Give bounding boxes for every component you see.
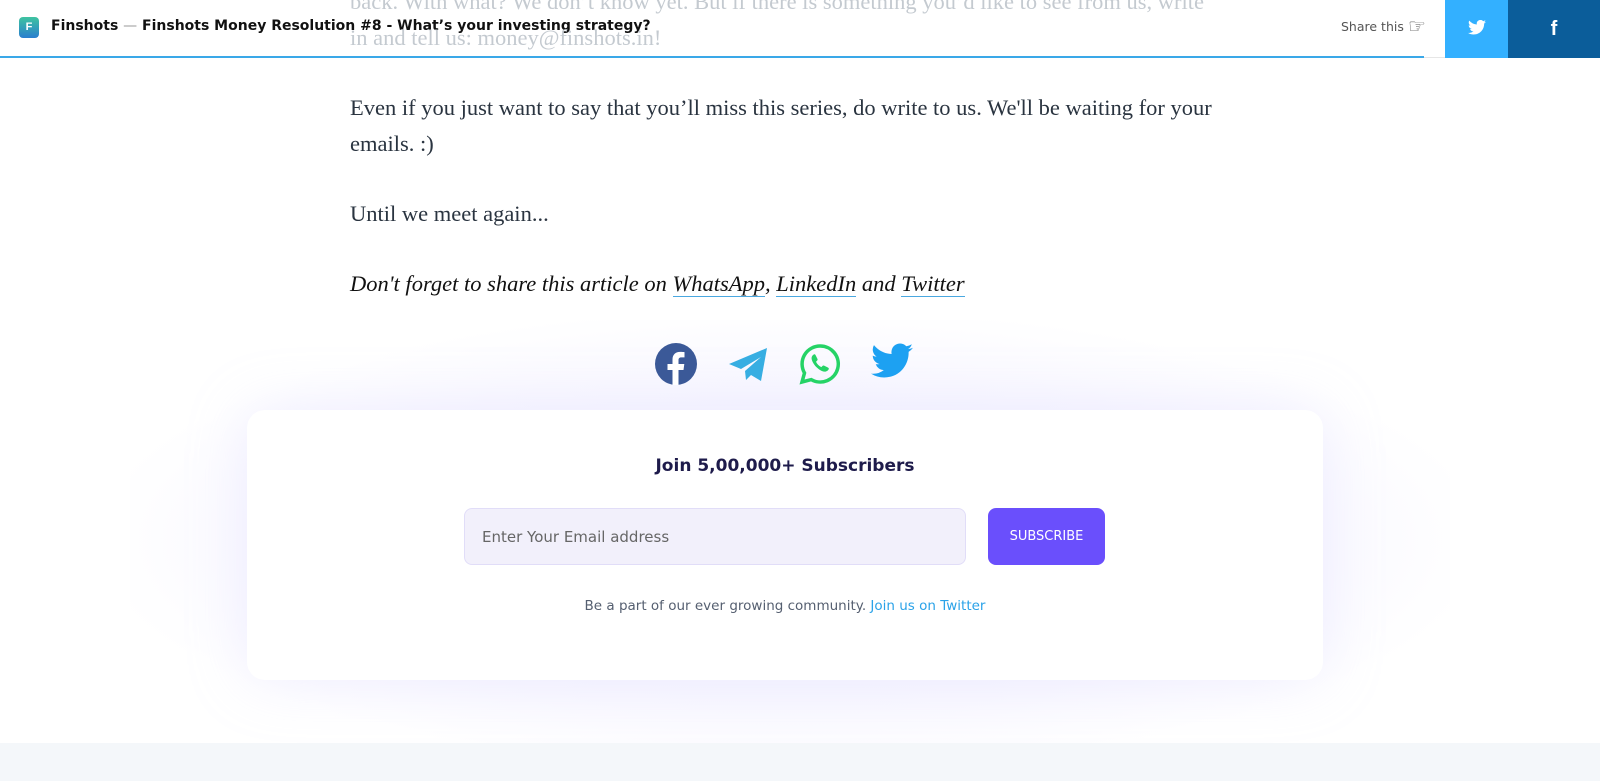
telegram-icon[interactable] [727, 343, 769, 385]
subscribe-heading: Join 5,00,000+ Subscribers [655, 456, 915, 476]
twitter-link[interactable]: Twitter [901, 271, 965, 297]
pointing-hand-icon: ☞ [1408, 16, 1426, 38]
community-note: Be a part of our ever growing community.… [584, 598, 986, 614]
facebook-share-button[interactable]: f [1508, 0, 1600, 58]
whatsapp-icon[interactable] [799, 343, 841, 385]
share-icons [655, 343, 913, 385]
whatsapp-link[interactable]: WhatsApp [672, 271, 766, 297]
article-body: back. With what? We don’t know yet. But … [350, 0, 1220, 336]
finshots-logo-icon[interactable]: F [19, 17, 39, 38]
twitter-icon [1467, 19, 1486, 35]
share-prompt: Don't forget to share this article on Wh… [350, 271, 965, 297]
twitter-icon[interactable] [871, 343, 913, 385]
reading-progress-bar [0, 56, 1424, 58]
facebook-icon[interactable] [655, 343, 697, 385]
footer [0, 743, 1600, 781]
share-label: Share this [1341, 19, 1404, 34]
paragraph: Even if you just want to say that you’ll… [350, 95, 1212, 156]
twitter-share-button[interactable] [1445, 0, 1508, 58]
paragraph: Until we meet again... [350, 201, 549, 226]
faded-paragraph: back. With what? We don’t know yet. But … [350, 0, 1205, 50]
subscribe-card: Join 5,00,000+ Subscribers SUBSCRIBE Be … [247, 410, 1323, 680]
email-input[interactable] [464, 508, 966, 565]
linkedin-link[interactable]: LinkedIn [776, 271, 857, 297]
facebook-icon: f [1550, 18, 1558, 40]
join-twitter-link[interactable]: Join us on Twitter [870, 598, 985, 614]
subscribe-button[interactable]: SUBSCRIBE [988, 508, 1105, 565]
